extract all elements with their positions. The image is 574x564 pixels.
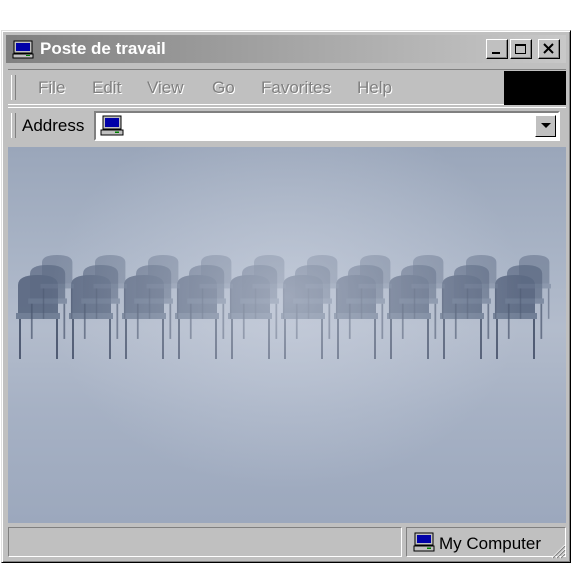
resize-grip-icon[interactable] — [548, 541, 566, 559]
menu-item-view[interactable]: View — [147, 78, 184, 98]
menu-bar: File Edit View Go Favorites Help — [8, 69, 566, 105]
address-label: Address — [22, 116, 85, 135]
address-dropdown-button[interactable] — [535, 115, 556, 137]
computer-icon — [100, 115, 124, 136]
address-input[interactable] — [94, 111, 560, 141]
address-bar: Address — [8, 107, 566, 143]
address-grip[interactable] — [11, 113, 16, 138]
status-zone-label: My Computer — [439, 534, 542, 553]
title-bar[interactable]: Poste de travail — [6, 35, 566, 63]
menu-grip[interactable] — [11, 75, 16, 100]
close-button[interactable] — [538, 39, 560, 59]
status-pane-main — [8, 527, 402, 557]
status-pane-zone: My Computer — [406, 527, 566, 557]
maximize-button[interactable] — [510, 39, 532, 59]
close-icon — [543, 43, 554, 54]
menu-item-help[interactable]: Help — [357, 78, 392, 98]
minimize-button[interactable] — [486, 39, 508, 59]
activity-throbber — [504, 71, 566, 105]
menu-item-favorites[interactable]: Favorites — [261, 78, 331, 98]
computer-icon — [413, 532, 435, 552]
maximize-icon — [515, 44, 526, 54]
fog-overlay — [8, 147, 566, 523]
minimize-icon — [492, 52, 500, 54]
window-title: Poste de travail — [40, 39, 166, 58]
computer-icon — [12, 40, 34, 59]
menu-item-edit[interactable]: Edit — [92, 78, 121, 98]
menu-item-file[interactable]: File — [38, 78, 65, 98]
folder-view[interactable] — [8, 147, 566, 523]
menu-item-go[interactable]: Go — [212, 78, 235, 98]
chevron-down-icon — [541, 123, 551, 128]
status-bar: My Computer — [8, 527, 566, 559]
explorer-window: Poste de travail File Edit View Go Favor… — [1, 30, 571, 563]
